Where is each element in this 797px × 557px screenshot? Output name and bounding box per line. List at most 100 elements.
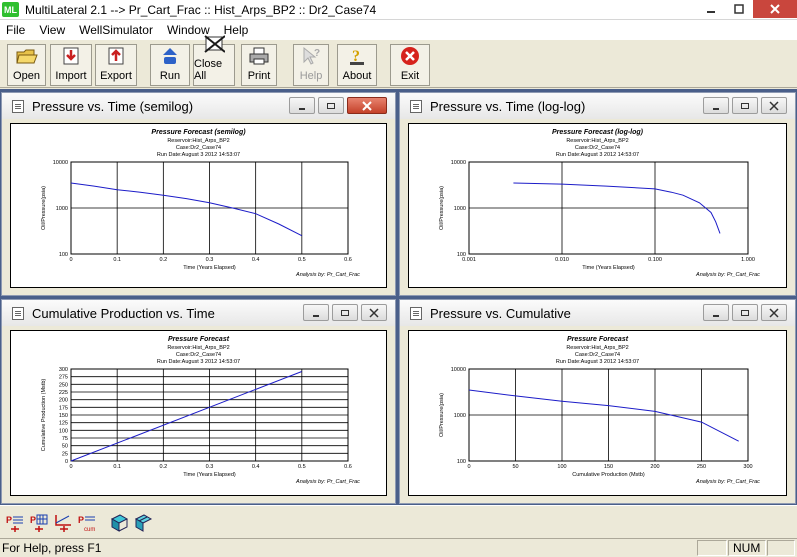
svg-text:P: P [78, 515, 84, 525]
child-close-button[interactable] [347, 97, 387, 114]
close-icon [769, 307, 779, 318]
restore-icon [741, 102, 749, 109]
open-button[interactable]: Open [7, 44, 46, 86]
about-icon: ? [346, 46, 368, 66]
chart-subtitle-line: Run Date:August 3 2012 14:53:07 [556, 152, 639, 158]
run-icon [159, 46, 181, 66]
window-caption[interactable]: Cumulative Production vs. Time [2, 300, 395, 326]
close-button[interactable] [753, 0, 797, 18]
about-button[interactable]: ? About [337, 44, 377, 86]
chart-subtitle-line: Reservoir:Hist_Arps_BP2 [167, 345, 229, 351]
chart-footer: Analysis by: Pr_Cart_Frac [695, 272, 760, 278]
y-tick-label: 50 [62, 444, 68, 450]
y-tick-label: 150 [59, 413, 68, 419]
window-pressure-loglog[interactable]: Pressure vs. Time (log-log) Pressure For… [399, 92, 796, 296]
svg-text:P: P [6, 515, 12, 525]
child-restore-button[interactable] [732, 97, 758, 114]
close-icon [770, 4, 780, 14]
minimize-icon [713, 314, 719, 317]
y-axis-label: Oil/Pressure(psia) [41, 186, 47, 230]
child-minimize-button[interactable] [289, 97, 315, 114]
window-cumulative-vs-time[interactable]: Cumulative Production vs. Time Pressure … [1, 299, 396, 504]
child-close-button[interactable] [361, 304, 387, 321]
run-button[interactable]: Run [150, 44, 190, 86]
plot-cumulative-icon[interactable] [52, 512, 74, 534]
minimize-button[interactable] [697, 0, 725, 18]
x-tick-label: 200 [650, 464, 659, 470]
window-pressure-semilog[interactable]: Pressure vs. Time (semilog) Pressure For… [1, 92, 396, 296]
y-tick-label: 100 [457, 459, 466, 465]
mdi-workspace: Pressure vs. Time (semilog) Pressure For… [0, 89, 797, 505]
cascade-windows-icon[interactable] [132, 512, 154, 534]
child-restore-button[interactable] [318, 97, 344, 114]
print-button[interactable]: Print [241, 44, 277, 86]
x-axis-label: Cumulative Production (Mstb) [572, 472, 645, 478]
restore-icon [741, 309, 749, 316]
help-button[interactable]: ? Help [293, 44, 329, 86]
x-tick-label: 0.3 [206, 257, 214, 263]
chart-subtitle-line: Case:Dr2_Case74 [176, 145, 221, 151]
x-tick-label: 300 [743, 464, 752, 470]
x-tick-label: 0 [467, 464, 470, 470]
plot-pressure-grid-icon[interactable]: P [28, 512, 50, 534]
series-line [70, 182, 303, 237]
y-tick-label: 300 [59, 367, 68, 373]
y-tick-label: 75 [62, 436, 68, 442]
chart-pressure-cumulative: Pressure Forecast Reservoir:Hist_Arps_BP2… [439, 336, 760, 485]
chart-footer: Analysis by: Pr_Cart_Frac [295, 272, 360, 278]
chart-footer: Analysis by: Pr_Cart_Frac [695, 479, 760, 485]
window-caption[interactable]: Pressure vs. Time (semilog) [2, 93, 395, 119]
document-icon [12, 306, 24, 320]
child-restore-button[interactable] [332, 304, 358, 321]
run-label: Run [159, 70, 181, 82]
title-bar: ML MultiLateral 2.1 --> Pr_Cart_Frac :: … [0, 0, 797, 20]
import-button[interactable]: Import [50, 44, 92, 86]
window-title-cumulative-time: Cumulative Production vs. Time [32, 305, 215, 321]
plot-pressure-cumulative-icon[interactable]: Pcum [77, 512, 99, 534]
exit-button[interactable]: Exit [390, 44, 430, 86]
child-restore-button[interactable] [732, 304, 758, 321]
x-tick-label: 250 [697, 464, 706, 470]
menu-view[interactable]: View [33, 23, 73, 37]
chart-title: Pressure Forecast (semilog) [151, 129, 246, 136]
folder-open-icon [15, 46, 38, 66]
status-pane-empty [697, 540, 727, 556]
child-close-button[interactable] [761, 97, 787, 114]
window-pressure-vs-cumulative[interactable]: Pressure vs. Cumulative Pressure Forecas… [399, 299, 796, 504]
export-button[interactable]: Export [95, 44, 137, 86]
window-caption[interactable]: Pressure vs. Time (log-log) [400, 93, 795, 119]
chart-box: Pressure Forecast (semilog) Reservoir:His… [10, 123, 387, 288]
close-all-button[interactable]: Close All [193, 35, 235, 86]
plot-pressure-time-icon[interactable]: P [4, 512, 26, 534]
restore-icon [341, 309, 349, 316]
window-controls [697, 0, 797, 18]
menu-file[interactable]: File [0, 23, 33, 37]
printer-icon [248, 46, 270, 66]
window-caption[interactable]: Pressure vs. Cumulative [400, 300, 795, 326]
child-minimize-button[interactable] [703, 97, 729, 114]
minimize-icon [707, 11, 715, 13]
x-tick-label: 0.2 [160, 257, 168, 263]
y-tick-label: 225 [59, 390, 68, 396]
child-minimize-button[interactable] [303, 304, 329, 321]
maximize-button[interactable] [725, 0, 753, 18]
x-axis-label: Time (Years Elapsed) [183, 472, 236, 478]
import-icon [60, 46, 82, 66]
about-label: About [342, 70, 372, 82]
chart-subtitle-line: Reservoir:Hist_Arps_BP2 [566, 138, 628, 144]
child-minimize-button[interactable] [703, 304, 729, 321]
menu-wellsimulator[interactable]: WellSimulator [73, 23, 161, 37]
y-tick-label: 250 [59, 382, 68, 388]
chart-title: Pressure Forecast [567, 336, 629, 343]
chart-footer: Analysis by: Pr_Cart_Frac [295, 479, 360, 485]
open-label: Open [13, 70, 40, 82]
svg-text:?: ? [314, 48, 320, 59]
child-window-controls [703, 304, 787, 321]
tile-windows-icon[interactable] [108, 512, 130, 534]
print-label: Print [247, 70, 271, 82]
close-icon [369, 307, 379, 318]
child-close-button[interactable] [761, 304, 787, 321]
x-axis-label: Time (Years Elapsed) [183, 265, 236, 271]
status-bar: For Help, press F1 NUM [0, 538, 797, 557]
y-axis-label: Cumulative Production (Mstb) [41, 379, 47, 452]
